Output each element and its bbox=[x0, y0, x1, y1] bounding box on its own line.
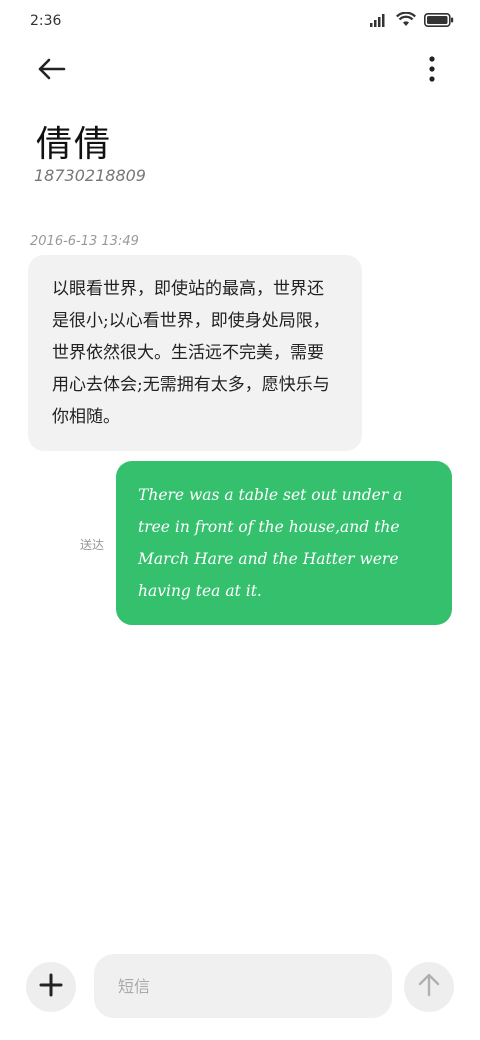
status-bar: 2:36 bbox=[0, 0, 480, 44]
battery-icon bbox=[424, 12, 454, 31]
contact-name: 倩倩 bbox=[36, 124, 113, 165]
delivery-status: 送达 bbox=[80, 538, 105, 552]
back-button[interactable] bbox=[34, 54, 70, 84]
plus-icon bbox=[39, 973, 63, 1001]
more-vertical-icon bbox=[422, 56, 442, 88]
message-timestamp: 2016-6-13 13:49 bbox=[30, 234, 139, 249]
send-arrow-up-icon bbox=[416, 972, 442, 1002]
send-button[interactable] bbox=[404, 962, 454, 1012]
contact-number: 18730218809 bbox=[34, 166, 146, 185]
composer-bar bbox=[0, 954, 480, 1020]
app-bar bbox=[0, 44, 480, 94]
message-input[interactable] bbox=[94, 954, 392, 1018]
status-icons bbox=[370, 11, 454, 31]
outgoing-message-bubble[interactable]: There was a table set out under a tree i… bbox=[116, 461, 452, 625]
wifi-icon bbox=[396, 11, 416, 31]
signal-icon bbox=[370, 12, 388, 31]
status-time: 2:36 bbox=[30, 13, 62, 29]
incoming-message-bubble[interactable]: 以眼看世界，即使站的最高，世界还是很小;以心看世界，即使身处局限，世界依然很大。… bbox=[28, 255, 362, 451]
back-arrow-icon bbox=[34, 58, 70, 88]
add-attachment-button[interactable] bbox=[26, 962, 76, 1012]
more-options-button[interactable] bbox=[422, 54, 442, 84]
